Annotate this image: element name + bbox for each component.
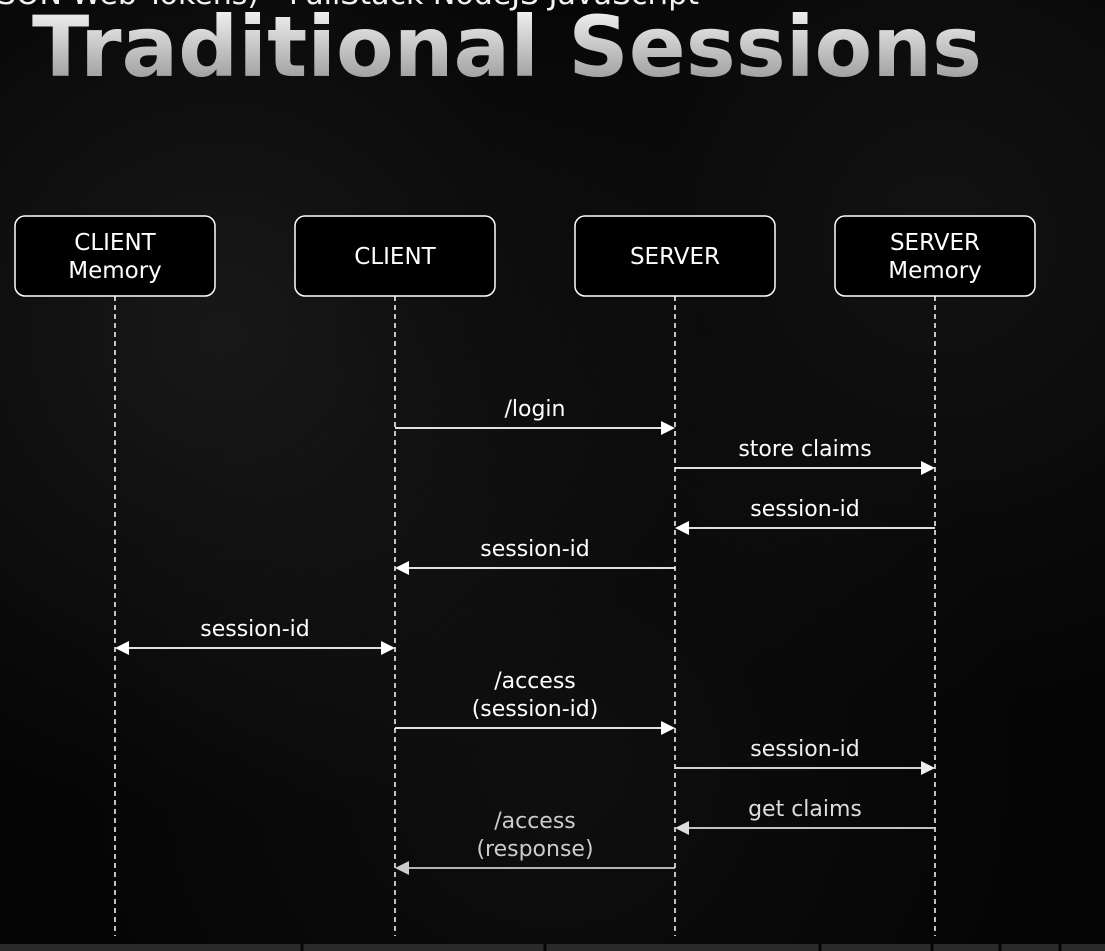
actor-box <box>14 215 216 297</box>
arrow-head <box>675 821 689 835</box>
actor-client-memory: CLIENTMemory <box>14 215 216 297</box>
actor-label: SERVER <box>890 230 980 256</box>
actor-server: SERVER <box>574 215 776 297</box>
arrow-head <box>921 761 935 775</box>
arrow-head <box>395 861 409 875</box>
message-6: /access (session-id) <box>395 669 675 735</box>
actor-client: CLIENT <box>294 215 496 297</box>
actor-server-memory: SERVERMemory <box>834 215 1036 297</box>
arrow-head <box>395 561 409 575</box>
arrow-head <box>921 461 935 475</box>
bottom-toolbar-strip <box>0 944 1105 951</box>
message-3: session-id <box>675 497 935 535</box>
slide-title: Traditional Sessions <box>32 0 982 96</box>
message-label: /access <box>494 809 576 834</box>
actor-label: CLIENT <box>74 230 156 256</box>
message-label: /access <box>494 669 576 694</box>
arrow-head <box>115 641 129 655</box>
message-label: session-id <box>750 737 859 762</box>
message-label: session-id <box>200 617 309 642</box>
message-4: session-id <box>395 537 675 575</box>
arrow-head <box>381 641 395 655</box>
slide: JSON Web Tokens) - FullStack NodeJS Java… <box>0 0 1105 951</box>
message-9: /access (response) <box>395 809 675 875</box>
message-label: session-id <box>480 537 589 562</box>
message-8: get claims <box>675 797 935 835</box>
messages: /login store claims session-id session-id se… <box>115 397 935 875</box>
actor-label: CLIENT <box>354 244 436 270</box>
message-label: get claims <box>748 797 862 822</box>
message-label: store claims <box>738 437 871 462</box>
message-label: (response) <box>476 837 593 862</box>
arrow-head <box>661 421 675 435</box>
message-2: store claims <box>675 437 935 475</box>
actor-label: Memory <box>888 258 982 284</box>
message-7: session-id <box>675 737 935 775</box>
message-label: /login <box>504 397 565 422</box>
message-5: session-id <box>115 617 395 655</box>
message-label: (session-id) <box>472 697 599 722</box>
sequence-diagram: JSON Web Tokens) - FullStack NodeJS Java… <box>0 0 1105 951</box>
message-1: /login <box>395 397 675 435</box>
actors: CLIENTMemoryCLIENT SERVERSERVERMemory <box>14 215 1036 297</box>
arrow-head <box>675 521 689 535</box>
message-label: session-id <box>750 497 859 522</box>
actor-label: SERVER <box>630 244 720 270</box>
actor-label: Memory <box>68 258 162 284</box>
arrow-head <box>661 721 675 735</box>
bottom-toolbar <box>0 944 1105 951</box>
actor-box <box>834 215 1036 297</box>
